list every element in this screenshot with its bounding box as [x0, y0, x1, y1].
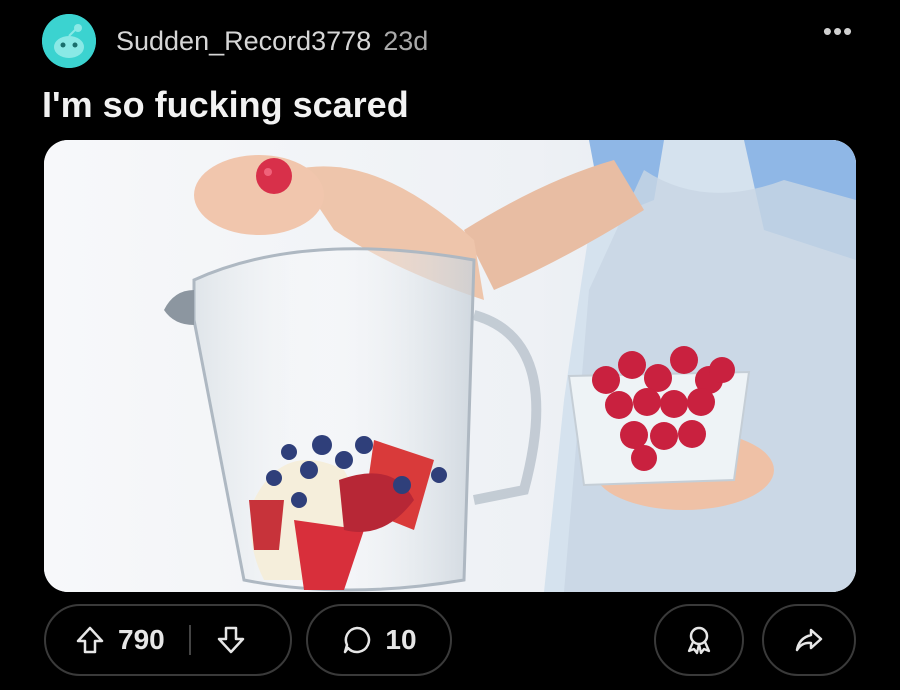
- post-title[interactable]: I'm so fucking scared: [42, 84, 409, 126]
- award-icon: [687, 626, 711, 655]
- vote-bar: 790: [44, 604, 292, 676]
- post-time: 23d: [383, 26, 429, 56]
- post-actions: 790 10: [44, 604, 856, 676]
- upvote-count: 790: [118, 624, 165, 655]
- comment-count: 10: [385, 624, 417, 655]
- post-image[interactable]: [44, 140, 856, 592]
- user-avatar[interactable]: [42, 14, 96, 68]
- vote-divider: [188, 625, 191, 655]
- comments-button[interactable]: 10: [306, 604, 452, 676]
- post-header: Sudden_Record3778 23d •••: [42, 14, 858, 68]
- author-name[interactable]: Sudden_Record3778: [116, 26, 371, 56]
- award-button[interactable]: [654, 604, 744, 676]
- downvote-icon[interactable]: [205, 614, 257, 666]
- share-icon: [795, 628, 823, 652]
- more-options-icon[interactable]: •••: [818, 18, 858, 50]
- upvote-icon[interactable]: [64, 614, 116, 666]
- comment-icon: [344, 626, 371, 654]
- post-meta: Sudden_Record3778 23d: [116, 26, 428, 57]
- share-button[interactable]: [762, 604, 856, 676]
